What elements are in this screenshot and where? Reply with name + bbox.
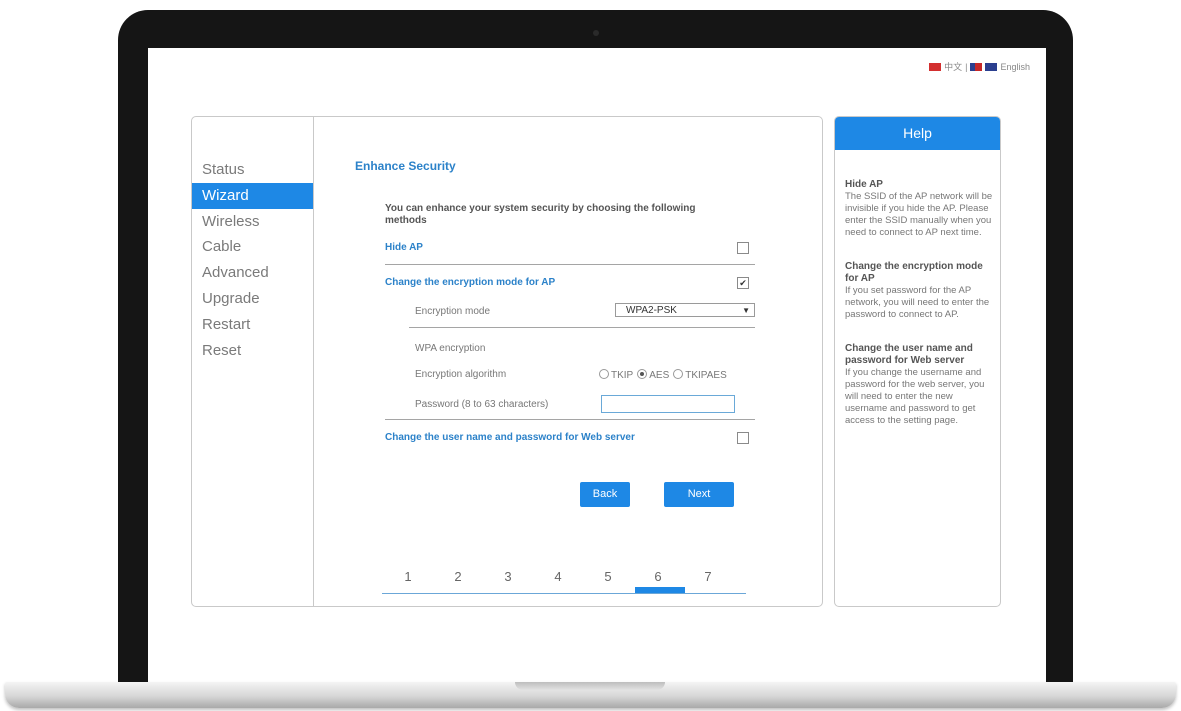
sidebar-item-restart[interactable]: Restart bbox=[192, 312, 313, 338]
encryption-mode-label: Encryption mode bbox=[415, 306, 491, 317]
step-7: 7 bbox=[704, 569, 712, 584]
hide-ap-label: Hide AP bbox=[385, 242, 423, 253]
radio-icon bbox=[599, 369, 609, 379]
radio-tkipaes-label: TKIPAES bbox=[685, 370, 727, 381]
encryption-mode-select[interactable]: WPA2-PSK ▼ bbox=[615, 303, 755, 317]
help-heading: Hide AP bbox=[845, 179, 883, 190]
encryption-row: Change the encryption mode for AP ✔ bbox=[385, 277, 755, 289]
web-user-row: Change the user name and password for We… bbox=[385, 432, 755, 444]
wpa-row: WPA encryption bbox=[385, 343, 755, 355]
radio-selected-icon bbox=[637, 369, 648, 379]
sidebar: Status Wizard Wireless Cable Advanced Up… bbox=[192, 117, 314, 606]
hide-ap-row: Hide AP bbox=[385, 242, 755, 254]
radio-aes[interactable]: AES bbox=[637, 369, 669, 381]
sidebar-item-advanced[interactable]: Advanced bbox=[192, 260, 313, 286]
algorithm-radio-group: TKIP AES TKIPAES bbox=[599, 369, 727, 381]
camera-icon bbox=[593, 30, 599, 36]
main-panel: Status Wizard Wireless Cable Advanced Up… bbox=[191, 116, 823, 607]
help-text: If you change the username and password … bbox=[845, 367, 985, 426]
sidebar-item-reset[interactable]: Reset bbox=[192, 338, 313, 364]
sidebar-item-cable[interactable]: Cable bbox=[192, 234, 313, 260]
divider bbox=[409, 327, 755, 328]
divider bbox=[385, 264, 755, 265]
step-3: 3 bbox=[504, 569, 512, 584]
screen: 中文 | English Status Wizard Wireless Cabl… bbox=[148, 48, 1046, 684]
language-divider: | bbox=[965, 61, 968, 72]
encryption-mode-value: WPA2-PSK bbox=[626, 305, 677, 316]
encryption-checkbox[interactable]: ✔ bbox=[737, 277, 749, 289]
step-5: 5 bbox=[604, 569, 612, 584]
divider bbox=[385, 419, 755, 420]
china-flag-icon bbox=[929, 62, 942, 71]
encryption-mode-row: Encryption mode WPA2-PSK ▼ bbox=[385, 303, 755, 318]
hide-ap-checkbox[interactable] bbox=[737, 242, 749, 254]
help-text: The SSID of the AP network will be invis… bbox=[845, 191, 993, 238]
wpa-encryption-label: WPA encryption bbox=[415, 343, 486, 354]
sidebar-item-wireless[interactable]: Wireless bbox=[192, 209, 313, 235]
help-heading: Change the user name and password for We… bbox=[845, 343, 973, 366]
us-flag-icon bbox=[970, 62, 983, 71]
step-1: 1 bbox=[404, 569, 412, 584]
step-4: 4 bbox=[554, 569, 562, 584]
radio-aes-label: AES bbox=[649, 370, 670, 381]
sidebar-nav: Status Wizard Wireless Cable Advanced Up… bbox=[192, 157, 313, 363]
web-user-checkbox[interactable] bbox=[737, 432, 749, 444]
chevron-down-icon: ▼ bbox=[742, 306, 750, 315]
step-6: 6 bbox=[654, 569, 662, 584]
radio-tkipaes[interactable]: TKIPAES bbox=[673, 369, 727, 381]
back-button[interactable]: Back bbox=[580, 482, 630, 507]
chinese-language-link[interactable]: 中文 bbox=[944, 60, 962, 73]
sidebar-item-upgrade[interactable]: Upgrade bbox=[192, 286, 313, 312]
encryption-option-label: Change the encryption mode for AP bbox=[385, 277, 556, 288]
sidebar-item-status[interactable]: Status bbox=[192, 157, 313, 183]
radio-icon bbox=[673, 369, 684, 379]
intro-text: You can enhance your system security by … bbox=[385, 203, 696, 226]
english-language-link[interactable]: English bbox=[1000, 62, 1030, 72]
help-body: Hide AP The SSID of the AP network will … bbox=[845, 179, 995, 449]
help-text: If you set password for the AP network, … bbox=[845, 285, 990, 320]
step-indicator: 1 2 3 4 5 6 7 bbox=[382, 569, 746, 594]
next-button[interactable]: Next bbox=[664, 482, 734, 507]
algorithm-row: Encryption algorithm TKIP AES TKIPAES bbox=[385, 369, 755, 381]
language-bar: 中文 | English bbox=[929, 60, 1030, 73]
page-title: Enhance Security bbox=[355, 159, 456, 173]
password-input[interactable] bbox=[601, 395, 735, 413]
password-row: Password (8 to 63 characters) bbox=[385, 395, 755, 413]
help-panel: Help Hide AP The SSID of the AP network … bbox=[834, 116, 1001, 607]
step-track bbox=[382, 593, 746, 594]
web-user-label: Change the user name and password for We… bbox=[385, 432, 635, 443]
sidebar-item-wizard[interactable]: Wizard bbox=[192, 182, 313, 209]
radio-tkip-label: TKIP bbox=[611, 370, 634, 381]
wizard-content: Enhance Security You can enhance your sy… bbox=[314, 117, 822, 606]
step-2: 2 bbox=[454, 569, 462, 584]
password-label: Password (8 to 63 characters) bbox=[415, 399, 549, 410]
laptop-notch bbox=[515, 682, 665, 690]
radio-tkip[interactable]: TKIP bbox=[599, 369, 633, 381]
help-title: Help bbox=[835, 117, 1000, 150]
laptop-base bbox=[5, 682, 1176, 708]
algorithm-label: Encryption algorithm bbox=[415, 369, 507, 380]
uk-flag-icon bbox=[985, 62, 998, 71]
help-heading: Change the encryption mode for AP bbox=[845, 261, 983, 284]
